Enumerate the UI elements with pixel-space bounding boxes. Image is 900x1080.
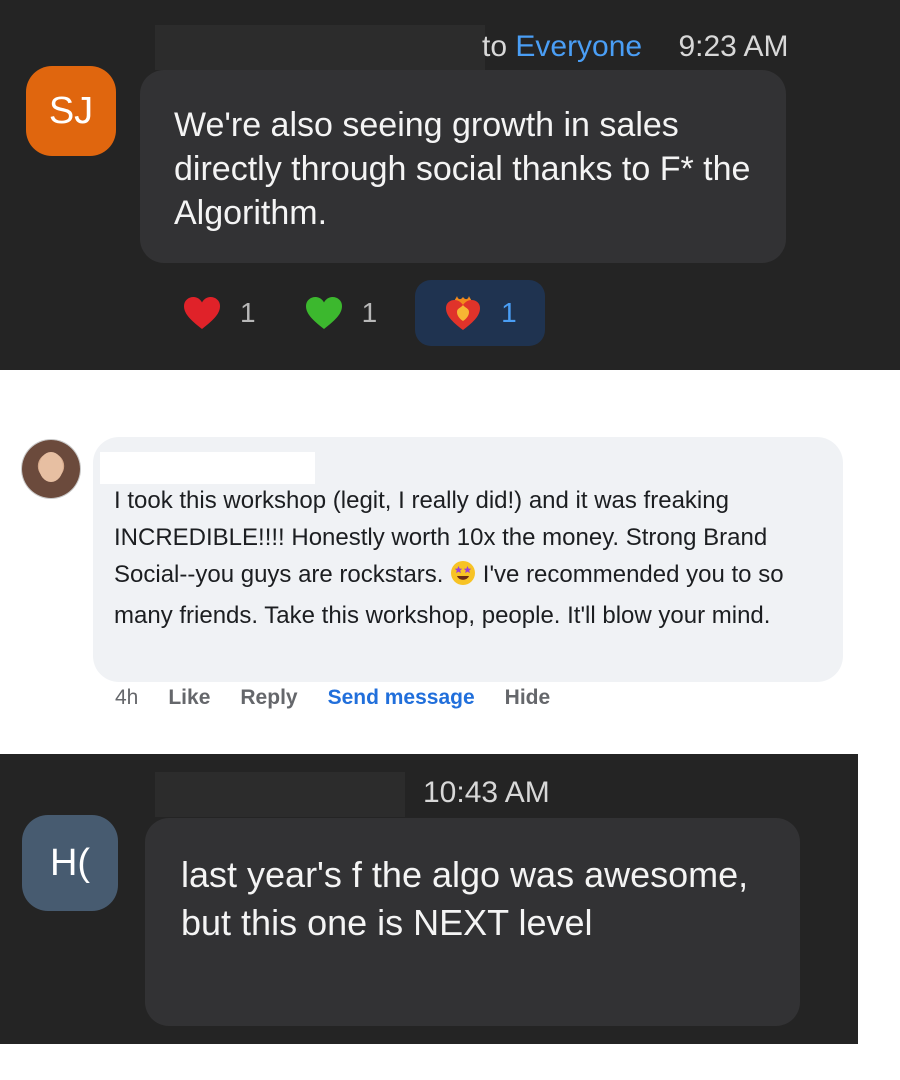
redacted-sender-name — [155, 772, 405, 817]
avatar[interactable]: SJ — [26, 66, 116, 156]
reply-button[interactable]: Reply — [240, 686, 297, 710]
to-label: to — [482, 30, 508, 63]
reaction-red-heart[interactable]: 1 — [168, 280, 270, 346]
reaction-count: 1 — [240, 297, 256, 328]
avatar-initials: H( — [49, 841, 91, 884]
like-button[interactable]: Like — [168, 686, 210, 710]
reaction-count: 1 — [501, 297, 517, 328]
comment-text: I took this workshop (legit, I really di… — [114, 482, 824, 634]
avatar-face — [39, 452, 63, 482]
heart-on-fire-icon — [443, 293, 483, 333]
comment-time-ago[interactable]: 4h — [115, 686, 138, 710]
message-timestamp: 9:23 AM — [678, 30, 789, 63]
avatar-initials: SJ — [48, 89, 94, 132]
chat-message-bubble[interactable]: We're also seeing growth in sales direct… — [140, 70, 786, 263]
redacted-commenter-name — [100, 452, 315, 484]
recipient-link[interactable]: Everyone — [515, 30, 642, 63]
hide-button[interactable]: Hide — [505, 686, 551, 710]
send-message-button[interactable]: Send message — [328, 686, 475, 710]
reaction-heart-on-fire[interactable]: 1 — [415, 280, 545, 346]
reaction-green-heart[interactable]: 1 — [290, 280, 392, 346]
red-heart-icon — [182, 293, 222, 333]
comment-actions: 4h Like Reply Send message Hide — [115, 686, 580, 710]
reactions-bar: 1 1 1 — [168, 280, 565, 346]
chat-message-bubble[interactable]: last year's f the algo was awesome, but … — [145, 818, 800, 1026]
message-header: to Everyone 9:23 AM — [482, 30, 789, 64]
chat-message-text: last year's f the algo was awesome, but … — [181, 854, 749, 943]
message-timestamp: 10:43 AM — [423, 776, 550, 809]
reaction-count: 1 — [361, 297, 378, 328]
chat-message-text: We're also seeing growth in sales direct… — [174, 106, 751, 232]
commenter-avatar[interactable] — [22, 440, 80, 498]
green-heart-icon — [304, 293, 344, 333]
redacted-sender-name — [155, 25, 485, 70]
star-struck-icon — [450, 560, 476, 597]
avatar[interactable]: H( — [22, 815, 118, 911]
